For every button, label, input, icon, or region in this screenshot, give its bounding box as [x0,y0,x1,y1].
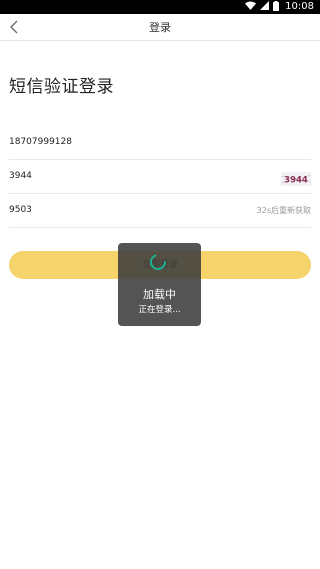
phone-input[interactable]: 18707999128 [9,126,72,159]
loading-spinner-icon [149,253,167,271]
signal-icon [260,1,270,13]
captcha-image-text: 3944 [284,176,308,186]
loading-message: 正在登录... [138,305,181,315]
page-header-title: 登录 [149,21,171,34]
status-icons: 10:08 [245,0,314,14]
page-title: 短信验证登录 [9,77,114,97]
status-time: 10:08 [285,1,314,12]
loading-title: 加载中 [143,288,176,301]
status-bar: 10:08 [0,0,320,14]
sms-code-input[interactable]: 9503 [9,194,32,227]
navigation-bar: 登录 [0,14,320,41]
battery-icon [273,0,280,14]
sms-code-field[interactable]: 9503 32s后重新获取 [9,194,311,228]
resend-code-button[interactable]: 32s后重新获取 [257,194,311,227]
captcha-image[interactable]: 3944 [280,171,312,186]
loading-toast: 加载中 正在登录... [118,243,201,326]
captcha-field[interactable]: 3944 3944 [9,160,312,194]
captcha-input[interactable]: 3944 [9,160,32,193]
wifi-icon [245,1,257,13]
phone-field[interactable]: 18707999128 [9,126,311,160]
